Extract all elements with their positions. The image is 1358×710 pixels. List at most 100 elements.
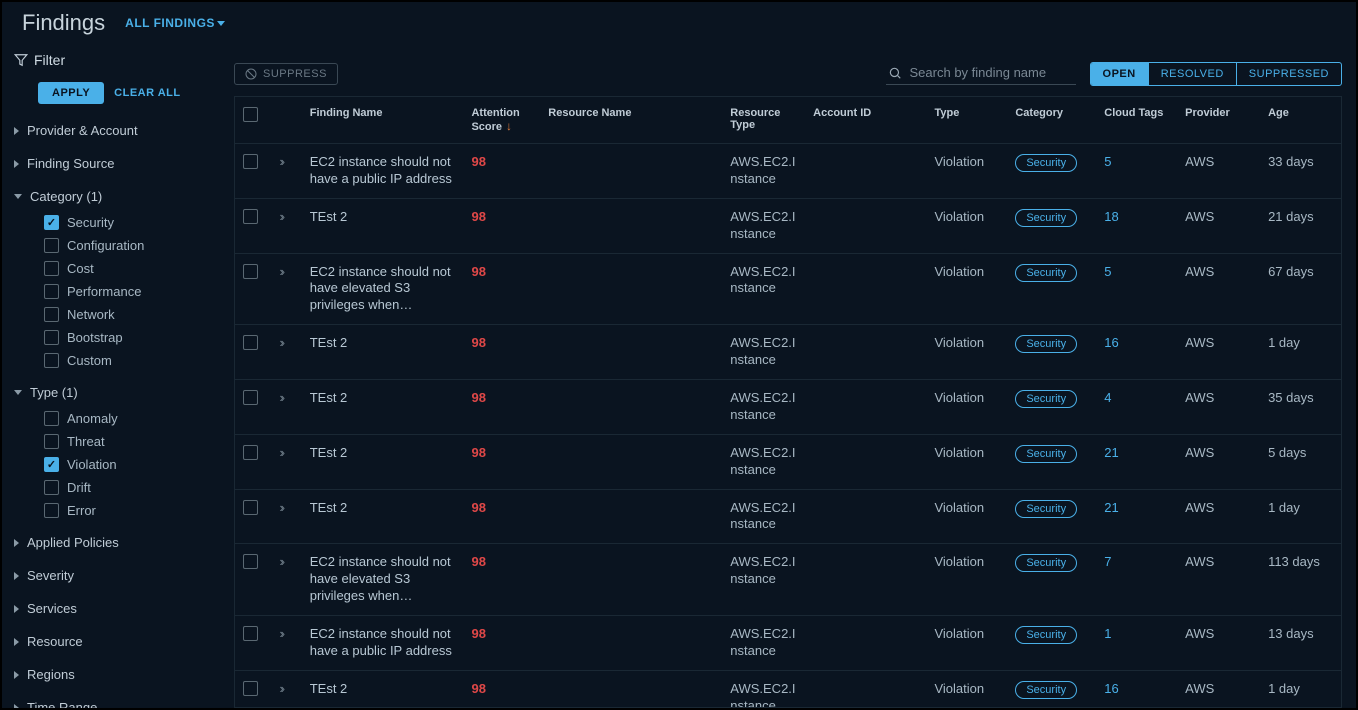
- expand-icon[interactable]: ››: [279, 554, 282, 569]
- facet-provider-account[interactable]: Provider & Account: [14, 118, 208, 143]
- search-box[interactable]: [886, 63, 1076, 85]
- cloud-tags-count[interactable]: 16: [1104, 335, 1118, 350]
- col-category[interactable]: Category: [1007, 97, 1096, 144]
- expand-icon[interactable]: ››: [279, 335, 282, 350]
- attention-score: 98: [471, 154, 485, 169]
- clear-all-button[interactable]: CLEAR ALL: [114, 87, 180, 99]
- finding-name[interactable]: EC2 instance should not have elevated S3…: [310, 554, 456, 605]
- facet-item-threat[interactable]: Threat: [44, 430, 208, 453]
- suppress-button[interactable]: SUPPRESS: [234, 63, 338, 85]
- checkbox[interactable]: [44, 411, 59, 426]
- finding-name[interactable]: EC2 instance should not have a public IP…: [310, 154, 456, 188]
- tab-open[interactable]: OPEN: [1091, 63, 1148, 85]
- cloud-tags-count[interactable]: 5: [1104, 264, 1111, 279]
- finding-name[interactable]: TEst 2: [310, 335, 456, 352]
- row-checkbox[interactable]: [243, 209, 258, 224]
- cloud-tags-count[interactable]: 16: [1104, 681, 1118, 696]
- cloud-tags-count[interactable]: 4: [1104, 390, 1111, 405]
- category-badge: Security: [1015, 154, 1077, 172]
- row-checkbox[interactable]: [243, 445, 258, 460]
- row-checkbox[interactable]: [243, 335, 258, 350]
- facet-category-[interactable]: Category (1): [14, 184, 208, 209]
- expand-icon[interactable]: ››: [279, 209, 282, 224]
- row-checkbox[interactable]: [243, 390, 258, 405]
- facet-services[interactable]: Services: [14, 596, 208, 621]
- facet-item-error[interactable]: Error: [44, 499, 208, 522]
- row-checkbox[interactable]: [243, 681, 258, 696]
- facet-applied-policies[interactable]: Applied Policies: [14, 530, 208, 555]
- facet-item-drift[interactable]: Drift: [44, 476, 208, 499]
- facet-label: Type (1): [30, 385, 78, 400]
- checkbox[interactable]: [44, 480, 59, 495]
- apply-button[interactable]: APPLY: [38, 82, 104, 104]
- facet-time-range[interactable]: Time Range: [14, 695, 208, 708]
- row-checkbox[interactable]: [243, 500, 258, 515]
- select-all-checkbox[interactable]: [243, 107, 258, 122]
- facet-resource[interactable]: Resource: [14, 629, 208, 654]
- facet-item-security[interactable]: ✓Security: [44, 211, 208, 234]
- cloud-tags-count[interactable]: 7: [1104, 554, 1111, 569]
- expand-icon[interactable]: ››: [279, 681, 282, 696]
- finding-name[interactable]: TEst 2: [310, 390, 456, 407]
- facet-item-performance[interactable]: Performance: [44, 280, 208, 303]
- col-type[interactable]: Type: [926, 97, 1007, 144]
- col-cloud-tags[interactable]: Cloud Tags: [1096, 97, 1177, 144]
- facet-item-cost[interactable]: Cost: [44, 257, 208, 280]
- search-input[interactable]: [910, 65, 1074, 80]
- checkbox[interactable]: [44, 307, 59, 322]
- provider: AWS: [1177, 670, 1260, 708]
- facet-regions[interactable]: Regions: [14, 662, 208, 687]
- expand-icon[interactable]: ››: [279, 626, 282, 641]
- tab-suppressed[interactable]: SUPPRESSED: [1236, 63, 1341, 85]
- cloud-tags-count[interactable]: 18: [1104, 209, 1118, 224]
- expand-icon[interactable]: ››: [279, 500, 282, 515]
- facet-severity[interactable]: Severity: [14, 563, 208, 588]
- account-id: [805, 380, 926, 435]
- cloud-tags-count[interactable]: 21: [1104, 445, 1118, 460]
- facet-item-violation[interactable]: ✓Violation: [44, 453, 208, 476]
- row-checkbox[interactable]: [243, 554, 258, 569]
- facet-type-[interactable]: Type (1): [14, 380, 208, 405]
- page-title: Findings: [22, 10, 105, 36]
- checkbox[interactable]: ✓: [44, 457, 59, 472]
- checkbox[interactable]: [44, 330, 59, 345]
- view-selector[interactable]: ALL FINDINGS: [125, 16, 225, 30]
- expand-icon[interactable]: ››: [279, 445, 282, 460]
- col-finding-name[interactable]: Finding Name: [302, 97, 464, 144]
- row-checkbox[interactable]: [243, 264, 258, 279]
- facet-item-network[interactable]: Network: [44, 303, 208, 326]
- checkbox[interactable]: [44, 503, 59, 518]
- checkbox[interactable]: [44, 434, 59, 449]
- finding-name[interactable]: TEst 2: [310, 500, 456, 517]
- col-resource-type[interactable]: Resource Type: [722, 97, 805, 144]
- expand-icon[interactable]: ››: [279, 390, 282, 405]
- col-attention-score[interactable]: Attention Score↓: [463, 97, 540, 144]
- checkbox[interactable]: ✓: [44, 215, 59, 230]
- col-age[interactable]: Age: [1260, 97, 1341, 144]
- facet-item-anomaly[interactable]: Anomaly: [44, 407, 208, 430]
- checkbox[interactable]: [44, 284, 59, 299]
- col-resource-name[interactable]: Resource Name: [540, 97, 722, 144]
- expand-icon[interactable]: ››: [279, 264, 282, 279]
- col-provider[interactable]: Provider: [1177, 97, 1260, 144]
- finding-name[interactable]: TEst 2: [310, 445, 456, 462]
- row-checkbox[interactable]: [243, 626, 258, 641]
- finding-name[interactable]: TEst 2: [310, 209, 456, 226]
- expand-icon[interactable]: ››: [279, 154, 282, 169]
- cloud-tags-count[interactable]: 1: [1104, 626, 1111, 641]
- row-checkbox[interactable]: [243, 154, 258, 169]
- checkbox[interactable]: [44, 261, 59, 276]
- facet-item-bootstrap[interactable]: Bootstrap: [44, 326, 208, 349]
- tab-resolved[interactable]: RESOLVED: [1148, 63, 1236, 85]
- cloud-tags-count[interactable]: 5: [1104, 154, 1111, 169]
- cloud-tags-count[interactable]: 21: [1104, 500, 1118, 515]
- finding-name[interactable]: EC2 instance should not have elevated S3…: [310, 264, 456, 315]
- facet-item-configuration[interactable]: Configuration: [44, 234, 208, 257]
- col-account-id[interactable]: Account ID: [805, 97, 926, 144]
- facet-item-custom[interactable]: Custom: [44, 349, 208, 372]
- finding-name[interactable]: TEst 2: [310, 681, 456, 698]
- facet-finding-source[interactable]: Finding Source: [14, 151, 208, 176]
- checkbox[interactable]: [44, 353, 59, 368]
- finding-name[interactable]: EC2 instance should not have a public IP…: [310, 626, 456, 660]
- checkbox[interactable]: [44, 238, 59, 253]
